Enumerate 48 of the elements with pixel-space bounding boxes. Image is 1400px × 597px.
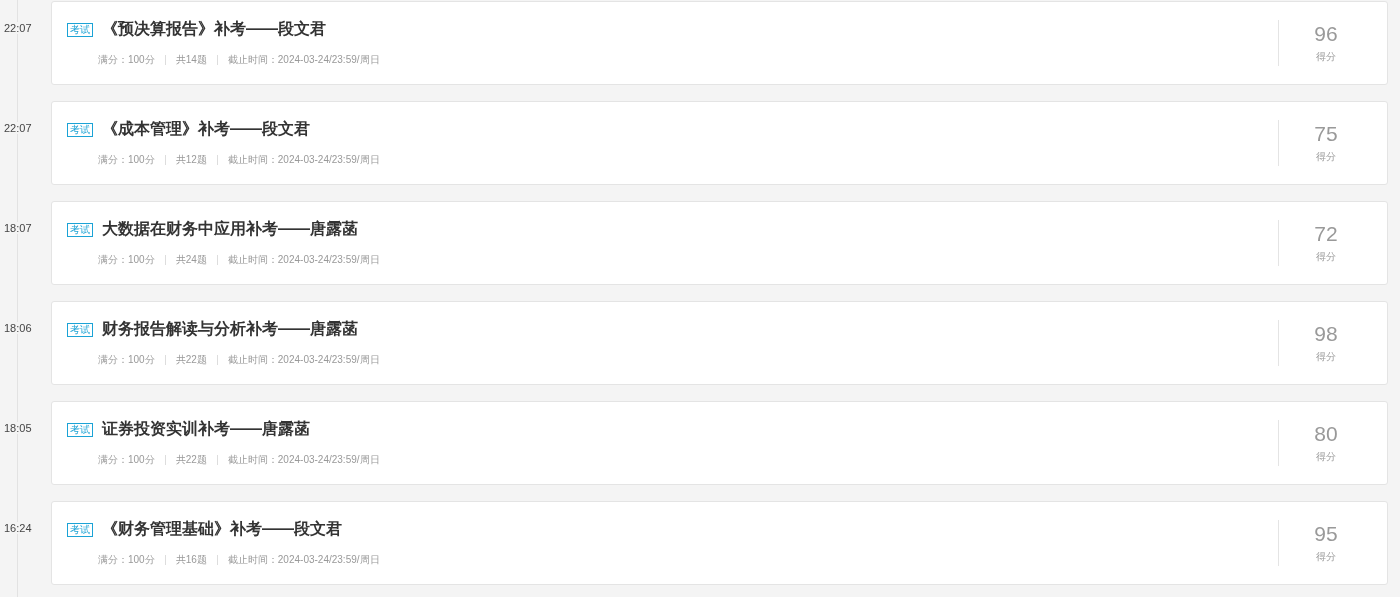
exam-tag: 考试	[67, 222, 93, 237]
score-value: 98	[1314, 322, 1338, 346]
exam-card[interactable]: 考试 《财务管理基础》补考——段文君 满分：100分 共16题 截止时间：2024-03-24/23:59/周日 95 得分	[51, 501, 1388, 585]
score-value: 72	[1314, 222, 1338, 246]
exam-tag: 考试	[67, 122, 93, 137]
exam-card[interactable]: 考试 《预决算报告》补考——段文君 满分：100分 共14题 截止时间：2024-03-24/23:59/周日 96 得分	[51, 1, 1388, 85]
exam-title[interactable]: 《成本管理》补考——段文君	[102, 119, 310, 140]
question-count: 共22题	[175, 353, 207, 367]
score-value: 95	[1314, 522, 1338, 546]
deadline-text: 截止时间：2024-03-24/23:59/周日	[227, 253, 380, 267]
question-count: 共14题	[175, 53, 207, 67]
exam-tag: 考试	[67, 522, 93, 537]
score-label: 得分	[1316, 550, 1336, 564]
exam-tag: 考试	[67, 322, 93, 337]
score-value: 96	[1314, 22, 1338, 46]
score-label: 得分	[1316, 50, 1336, 64]
question-count: 共24题	[175, 253, 207, 267]
score-value: 75	[1314, 122, 1338, 146]
deadline-text: 截止时间：2024-03-24/23:59/周日	[227, 453, 380, 467]
exam-title[interactable]: 《预决算报告》补考——段文君	[102, 19, 326, 40]
exam-tag: 考试	[67, 22, 93, 37]
exam-title[interactable]: 大数据在财务中应用补考——唐露菡	[102, 219, 358, 240]
question-count: 共12题	[175, 153, 207, 167]
exam-title[interactable]: 证券投资实训补考——唐露菡	[102, 419, 310, 440]
full-score-text: 满分：100分	[98, 553, 155, 567]
question-count: 共22题	[175, 453, 207, 467]
exam-card[interactable]: 考试 财务报告解读与分析补考——唐露菡 满分：100分 共22题 截止时间：2024-03-24/23:59/周日 98 得分	[51, 301, 1388, 385]
exam-title[interactable]: 财务报告解读与分析补考——唐露菡	[102, 319, 358, 340]
score-value: 80	[1314, 422, 1338, 446]
full-score-text: 满分：100分	[98, 53, 155, 67]
full-score-text: 满分：100分	[98, 153, 155, 167]
full-score-text: 满分：100分	[98, 453, 155, 467]
deadline-text: 截止时间：2024-03-24/23:59/周日	[227, 153, 380, 167]
score-label: 得分	[1316, 450, 1336, 464]
deadline-text: 截止时间：2024-03-24/23:59/周日	[227, 53, 380, 67]
score-label: 得分	[1316, 250, 1336, 264]
score-label: 得分	[1316, 350, 1336, 364]
exam-title[interactable]: 《财务管理基础》补考——段文君	[102, 519, 342, 540]
exam-card[interactable]: 考试 大数据在财务中应用补考——唐露菡 满分：100分 共24题 截止时间：2024-03-24/23:59/周日 72 得分	[51, 201, 1388, 285]
full-score-text: 满分：100分	[98, 353, 155, 367]
deadline-text: 截止时间：2024-03-24/23:59/周日	[227, 353, 380, 367]
exam-card[interactable]: 考试 《成本管理》补考——段文君 满分：100分 共12题 截止时间：2024-03-24/23:59/周日 75 得分	[51, 101, 1388, 185]
exam-card[interactable]: 考试 证券投资实训补考——唐露菡 满分：100分 共22题 截止时间：2024-03-24/23:59/周日 80 得分	[51, 401, 1388, 485]
exam-tag: 考试	[67, 422, 93, 437]
score-label: 得分	[1316, 150, 1336, 164]
deadline-text: 截止时间：2024-03-24/23:59/周日	[227, 553, 380, 567]
full-score-text: 满分：100分	[98, 253, 155, 267]
question-count: 共16题	[175, 553, 207, 567]
